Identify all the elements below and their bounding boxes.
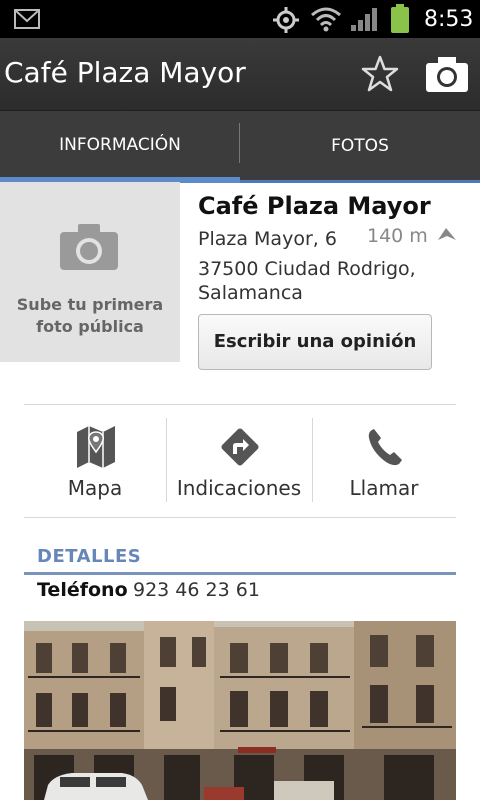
directions-button[interactable]: Indicaciones [169,420,309,508]
map-icon [77,426,115,468]
call-button[interactable]: Llamar [314,420,454,508]
gps-icon [273,7,299,33]
status-bar: 8:53 [0,0,480,38]
write-review-button[interactable]: Escribir una opinión [198,314,432,370]
map-label: Mapa [67,476,123,500]
wifi-icon [311,7,341,32]
divider [166,418,167,502]
phone-label: Teléfono [37,579,128,601]
details-heading: DETALLES [37,546,142,567]
directions-label: Indicaciones [176,476,302,500]
call-label: Llamar [349,476,419,500]
tab-informacion[interactable]: INFORMACIÓN [0,111,240,183]
address-line-2: 37500 Ciudad Rodrigo, Salamanca [198,258,416,304]
directions-icon [221,428,259,466]
add-photo-label: Sube tu primera foto pública [16,295,164,336]
address-line-1: Plaza Mayor, 6 [198,228,337,250]
map-button[interactable]: Mapa [25,420,165,508]
star-icon[interactable] [360,54,400,94]
direction-arrow-icon [438,228,456,240]
camera-placeholder-icon [60,224,118,270]
camera-icon[interactable] [424,54,470,94]
signal-icon [351,8,377,31]
battery-icon [391,4,409,33]
gmail-icon [14,9,40,29]
divider [312,418,313,502]
action-bar: Café Plaza Mayor [0,38,480,110]
place-photo[interactable] [24,621,456,800]
tab-fotos[interactable]: FOTOS [240,111,480,183]
page-title: Café Plaza Mayor [4,56,246,89]
clock: 8:53 [424,7,474,32]
add-photo-button[interactable]: Sube tu primera foto pública [0,182,180,362]
phone-icon [368,429,402,466]
divider [24,404,456,405]
section-divider [24,572,456,575]
divider [24,517,456,518]
place-name: Café Plaza Mayor [198,192,431,220]
tab-bar: INFORMACIÓN FOTOS [0,110,480,183]
distance-label: 140 m [367,225,428,247]
phone-number-link[interactable]: 923 46 23 61 [133,579,260,601]
